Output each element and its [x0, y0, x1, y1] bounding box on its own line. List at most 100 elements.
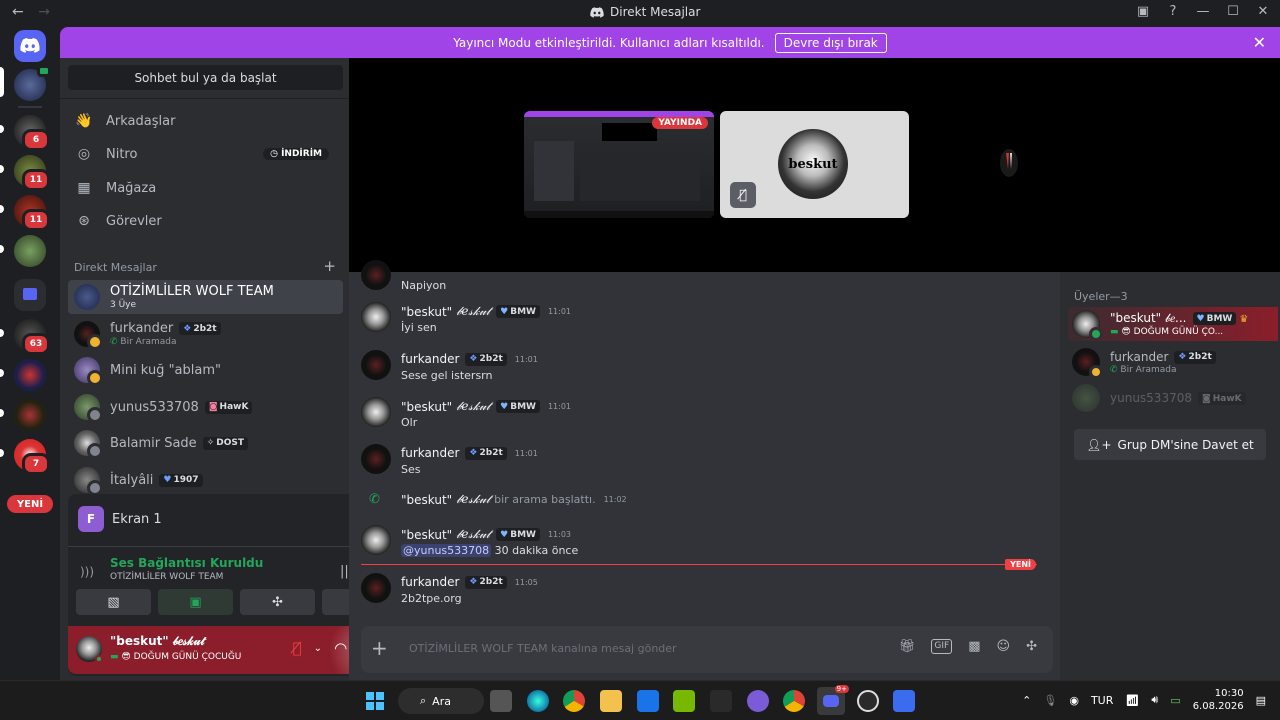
- nav-friends[interactable]: 👋 Arkadaşlar: [68, 106, 341, 136]
- member-item-yunus[interactable]: yunus533708 ◙ HawK: [1068, 381, 1278, 415]
- app-icon-2[interactable]: [857, 690, 879, 712]
- dm-item-group[interactable]: OTİZİMLİLER WOLF TEAM 3 Üye: [68, 280, 343, 314]
- language-indicator[interactable]: TUR: [1091, 694, 1113, 707]
- avatar[interactable]: [361, 260, 391, 290]
- emoji-icon[interactable]: ☺: [997, 639, 1011, 654]
- dm-item-furkander[interactable]: furkander ❖ 2b2t ✆ Bir Aramada: [68, 317, 343, 351]
- create-dm-button[interactable]: +: [323, 257, 336, 275]
- unread-indicator: [0, 369, 4, 377]
- participant-avatar-furkander[interactable]: [994, 143, 1024, 183]
- find-conversation-button[interactable]: Sohbet bul ya da başlat: [68, 65, 343, 90]
- server-icon-7[interactable]: 7: [14, 439, 50, 475]
- disable-streamer-mode-button[interactable]: Devre dışı bırak: [774, 32, 887, 53]
- server-icon-5[interactable]: [14, 359, 46, 391]
- avatar[interactable]: [361, 397, 391, 427]
- file-explorer-icon[interactable]: [600, 690, 622, 712]
- minimize-button[interactable]: —: [1196, 4, 1210, 19]
- clock[interactable]: 10:30 6.08.2026: [1193, 687, 1244, 713]
- avatar: [1072, 348, 1103, 379]
- chevron-up-icon[interactable]: ⌃: [1022, 694, 1031, 707]
- dm-item-yunus[interactable]: yunus533708 ◙ HawK: [68, 390, 343, 424]
- location-icon[interactable]: ◉: [1069, 694, 1079, 707]
- author-name[interactable]: "beskut": [401, 493, 452, 507]
- divider: [60, 98, 349, 99]
- windows-logo-icon: [366, 692, 384, 710]
- screen-share-row[interactable]: F Ekran 1: [78, 506, 162, 532]
- user-mention[interactable]: @yunus533708: [401, 544, 492, 557]
- gift-icon[interactable]: 🎁︎: [899, 639, 916, 654]
- server-icon-2[interactable]: 11: [14, 155, 50, 191]
- discord-taskbar-icon[interactable]: 9+: [817, 685, 849, 715]
- apps-icon[interactable]: ✣: [1026, 639, 1037, 654]
- new-unreads-pill[interactable]: YENİ: [7, 495, 53, 513]
- nav-nitro[interactable]: ◎ Nitro ◷ İNDİRİM: [68, 139, 341, 169]
- attach-plus-icon[interactable]: +: [371, 636, 388, 660]
- server-folder[interactable]: [14, 279, 46, 311]
- avatar[interactable]: [361, 525, 391, 555]
- stream-tile[interactable]: YAYINDA: [524, 111, 714, 218]
- avatar[interactable]: [361, 573, 391, 603]
- home-button[interactable]: [14, 30, 46, 62]
- volume-icon[interactable]: 🔊︎: [1151, 693, 1158, 707]
- headphones-icon[interactable]: ◠: [334, 639, 347, 657]
- notifications-icon[interactable]: ▤: [1256, 694, 1266, 707]
- avatar[interactable]: [361, 302, 391, 332]
- message-list: Napiyon "beskut" 𝒷𝑒𝓈𝓀𝓊𝓉 ♥ BMW 11:01 İyi sen …: [349, 260, 1060, 680]
- task-view-icon[interactable]: [490, 690, 512, 712]
- member-item-beskut[interactable]: "beskut" 𝒷𝑒... ♥ BMW ♛ ▬ 😎 DOĞUM GÜNÜ ÇO...: [1068, 307, 1278, 341]
- server-icon-ets[interactable]: 6: [14, 115, 50, 151]
- app-icon[interactable]: [710, 690, 732, 712]
- taskbar-search[interactable]: ⌕ Ara: [398, 688, 484, 714]
- server-icon-6[interactable]: [14, 399, 46, 431]
- toggle-camera-button[interactable]: ▧: [76, 589, 151, 615]
- nav-shop[interactable]: ▦ Mağaza: [68, 173, 341, 203]
- outlook-icon[interactable]: [637, 690, 659, 712]
- chrome-profile-icon[interactable]: [783, 690, 805, 712]
- nav-quests[interactable]: ⊛ Görevler: [68, 206, 341, 236]
- server-icon-3[interactable]: 11: [14, 195, 50, 231]
- chevron-down-icon[interactable]: ⌄: [314, 643, 322, 654]
- battery-icon[interactable]: ▭: [1170, 694, 1180, 707]
- avatar[interactable]: [361, 444, 391, 474]
- close-window-button[interactable]: ✕: [1256, 4, 1270, 19]
- roblox-icon[interactable]: [893, 690, 915, 712]
- help-icon[interactable]: ?: [1166, 4, 1180, 19]
- invite-to-group-dm-button[interactable]: 👤︎+ Grup DM'sine Davet et: [1074, 429, 1266, 460]
- avatar[interactable]: [361, 350, 391, 380]
- inbox-icon[interactable]: ▣: [1136, 4, 1150, 19]
- forward-button[interactable]: →: [38, 4, 50, 20]
- activities-button[interactable]: ✣: [240, 589, 315, 615]
- start-button[interactable]: [364, 690, 386, 712]
- server-icon-tsh[interactable]: 63: [14, 319, 50, 355]
- server-icon-4[interactable]: [14, 235, 46, 267]
- chrome-icon[interactable]: [563, 690, 585, 712]
- dm-item-italyali[interactable]: İtalyâli ♥ 1907: [68, 463, 343, 497]
- mic-muted-icon[interactable]: 🎙̸: [293, 639, 302, 657]
- edge-icon[interactable]: [527, 690, 549, 712]
- author-name[interactable]: furkander: [401, 575, 459, 589]
- participant-tile-beskut[interactable]: beskut 🎙̸: [720, 111, 909, 218]
- chat-app-icon[interactable]: [747, 690, 769, 712]
- wifi-icon[interactable]: 📶︎: [1125, 694, 1139, 707]
- nvidia-icon[interactable]: [673, 690, 695, 712]
- back-button[interactable]: ←: [12, 4, 24, 20]
- gif-icon[interactable]: GIF: [931, 639, 953, 654]
- share-screen-button[interactable]: ▣: [158, 589, 233, 615]
- avatar: [74, 357, 103, 386]
- dm-group-avatar[interactable]: [14, 65, 51, 101]
- voice-status[interactable]: ))) Ses Bağlantısı Kuruldu OTİZİMLİLER W…: [80, 556, 263, 582]
- dm-item-balamir[interactable]: Balamir Sade ✧ DOST: [68, 426, 343, 460]
- member-item-furkander[interactable]: furkander ❖ 2b2t ✆ Bir Aramada: [1068, 345, 1278, 379]
- author-name[interactable]: furkander: [401, 352, 459, 366]
- author-name[interactable]: "beskut": [401, 305, 452, 319]
- sticker-icon[interactable]: ▩: [968, 639, 980, 654]
- message-input[interactable]: OTİZİMLİLER WOLF TEAM kanalına mesaj gön…: [409, 642, 677, 655]
- camera-off-icon: ▧: [107, 594, 120, 610]
- author-name[interactable]: furkander: [401, 446, 459, 460]
- mic-icon[interactable]: 🎙︎: [1043, 694, 1057, 707]
- author-name[interactable]: "beskut": [401, 400, 452, 414]
- author-name[interactable]: "beskut": [401, 528, 452, 542]
- dm-item-mini-kug[interactable]: Mini kuğ "ablam": [68, 353, 343, 387]
- close-banner-icon[interactable]: ✕: [1253, 33, 1266, 52]
- maximize-button[interactable]: ☐: [1226, 4, 1240, 19]
